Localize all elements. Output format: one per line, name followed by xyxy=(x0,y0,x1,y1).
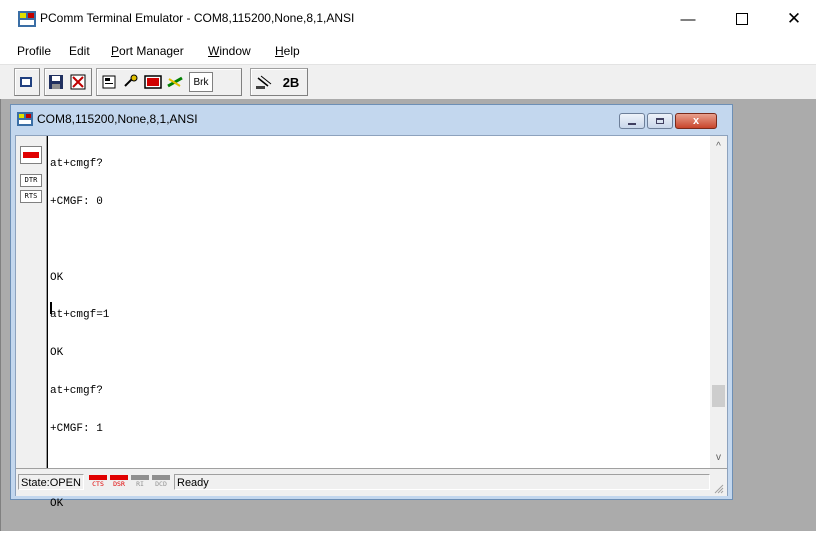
transfer-button[interactable] xyxy=(121,72,141,92)
child-maximize-button[interactable] xyxy=(647,113,673,129)
ri-indicator: RI xyxy=(130,475,150,490)
transfer-icon xyxy=(124,74,138,87)
terminal-line: at+cmgf? xyxy=(50,384,103,397)
menu-window[interactable]: Window xyxy=(208,44,251,58)
cts-indicator: CTS xyxy=(88,475,108,490)
properties-icon xyxy=(102,75,116,89)
terminal-line: OK xyxy=(50,498,64,511)
dtr-toggle[interactable]: DTR xyxy=(20,174,42,187)
maximize-button[interactable] xyxy=(722,6,762,32)
terminal-line: at+cmgf? xyxy=(50,158,103,171)
child-minimize-button[interactable] xyxy=(619,113,645,129)
port-state: State:OPEN xyxy=(18,474,84,490)
maximize-icon xyxy=(736,13,748,25)
toolbar: Brk 2B xyxy=(0,64,816,100)
terminal-client: DTR RTS at+cmgf? +CMGF: 0 ​ OK at+cmgf=1… xyxy=(15,135,728,510)
scroll-up-button[interactable]: ^ xyxy=(710,138,727,155)
break-label: Brk xyxy=(193,76,209,88)
terminal-line: OK xyxy=(50,347,64,360)
rts-toggle[interactable]: RTS xyxy=(20,190,42,203)
toolbar-group-connection: 2B xyxy=(250,68,308,96)
open-session-icon xyxy=(20,77,32,87)
terminal-line: OK xyxy=(50,271,64,284)
break-button[interactable]: Brk xyxy=(189,72,213,92)
led-red-icon xyxy=(23,152,39,158)
maximize-icon xyxy=(656,118,664,124)
toolbar-group-open xyxy=(14,68,40,96)
terminal-line: ​ xyxy=(50,234,109,247)
floppy-icon xyxy=(49,75,63,89)
terminal-child-window: COM8,115200,None,8,1,ANSI x DTR RTS at+c… xyxy=(10,104,733,510)
vertical-scrollbar[interactable]: ^ v xyxy=(710,136,727,468)
chevron-up-icon: ^ xyxy=(716,141,721,152)
minimize-button[interactable]: — xyxy=(668,6,708,32)
scroll-thumb[interactable] xyxy=(712,385,725,407)
status-bar: State:OPEN CTS DSR RI DCD Ready xyxy=(16,468,727,496)
close-icon: x xyxy=(692,115,700,127)
status-message: Ready xyxy=(174,474,710,490)
terminal-line: +CMGF: 0 xyxy=(50,195,103,208)
dsr-indicator: DSR xyxy=(109,475,129,490)
macro-button[interactable] xyxy=(165,72,185,92)
two-byte-button[interactable]: 2B xyxy=(279,72,303,92)
dial-button[interactable] xyxy=(254,72,274,92)
capture-button[interactable] xyxy=(68,72,88,92)
signal-column: DTR RTS xyxy=(16,136,47,468)
menu-profile[interactable]: Profile xyxy=(17,44,51,58)
toolbar-group-tools: Brk xyxy=(96,68,242,96)
properties-button[interactable] xyxy=(99,72,119,92)
app-icon xyxy=(18,11,36,27)
close-icon: ✕ xyxy=(786,9,802,28)
text-cursor xyxy=(50,302,52,314)
dial-icon xyxy=(256,75,272,89)
macro-icon xyxy=(167,76,183,88)
terminal-screen[interactable]: at+cmgf? +CMGF: 0 ​ OK at+cmgf=1 OK at+c… xyxy=(47,136,710,510)
close-button[interactable]: ✕ xyxy=(774,6,814,32)
session-icon xyxy=(17,112,33,126)
two-byte-label: 2B xyxy=(282,74,300,90)
menu-help[interactable]: Help xyxy=(275,44,300,58)
open-session-button[interactable] xyxy=(16,72,36,92)
child-window-title: COM8,115200,None,8,1,ANSI xyxy=(37,112,198,126)
dcd-indicator: DCD xyxy=(151,475,171,490)
resize-grip-icon[interactable] xyxy=(712,482,724,494)
terminal-line: at+cmgf=1 xyxy=(50,309,110,322)
capture-icon xyxy=(70,74,86,90)
menu-edit[interactable]: Edit xyxy=(69,44,90,58)
minimize-icon xyxy=(628,122,636,125)
menu-bar: Profile Edit Port Manager Window Help xyxy=(0,42,816,62)
minimize-icon: — xyxy=(680,10,696,28)
child-titlebar[interactable]: COM8,115200,None,8,1,ANSI x xyxy=(11,105,732,133)
chevron-down-icon: v xyxy=(716,452,721,463)
menu-port-manager[interactable]: Port Manager xyxy=(111,44,184,58)
scroll-down-button[interactable]: v xyxy=(710,449,727,466)
terminal-line: +CMGF: 1 xyxy=(50,422,103,435)
child-close-button[interactable]: x xyxy=(675,113,717,129)
app-titlebar[interactable]: PComm Terminal Emulator - COM8,115200,No… xyxy=(0,0,816,38)
toolbar-group-file xyxy=(44,68,92,96)
connection-led xyxy=(20,146,42,164)
terminal-button[interactable] xyxy=(143,72,163,92)
window-title: PComm Terminal Emulator - COM8,115200,No… xyxy=(40,11,355,25)
terminal-icon xyxy=(144,75,162,89)
save-button[interactable] xyxy=(46,72,66,92)
